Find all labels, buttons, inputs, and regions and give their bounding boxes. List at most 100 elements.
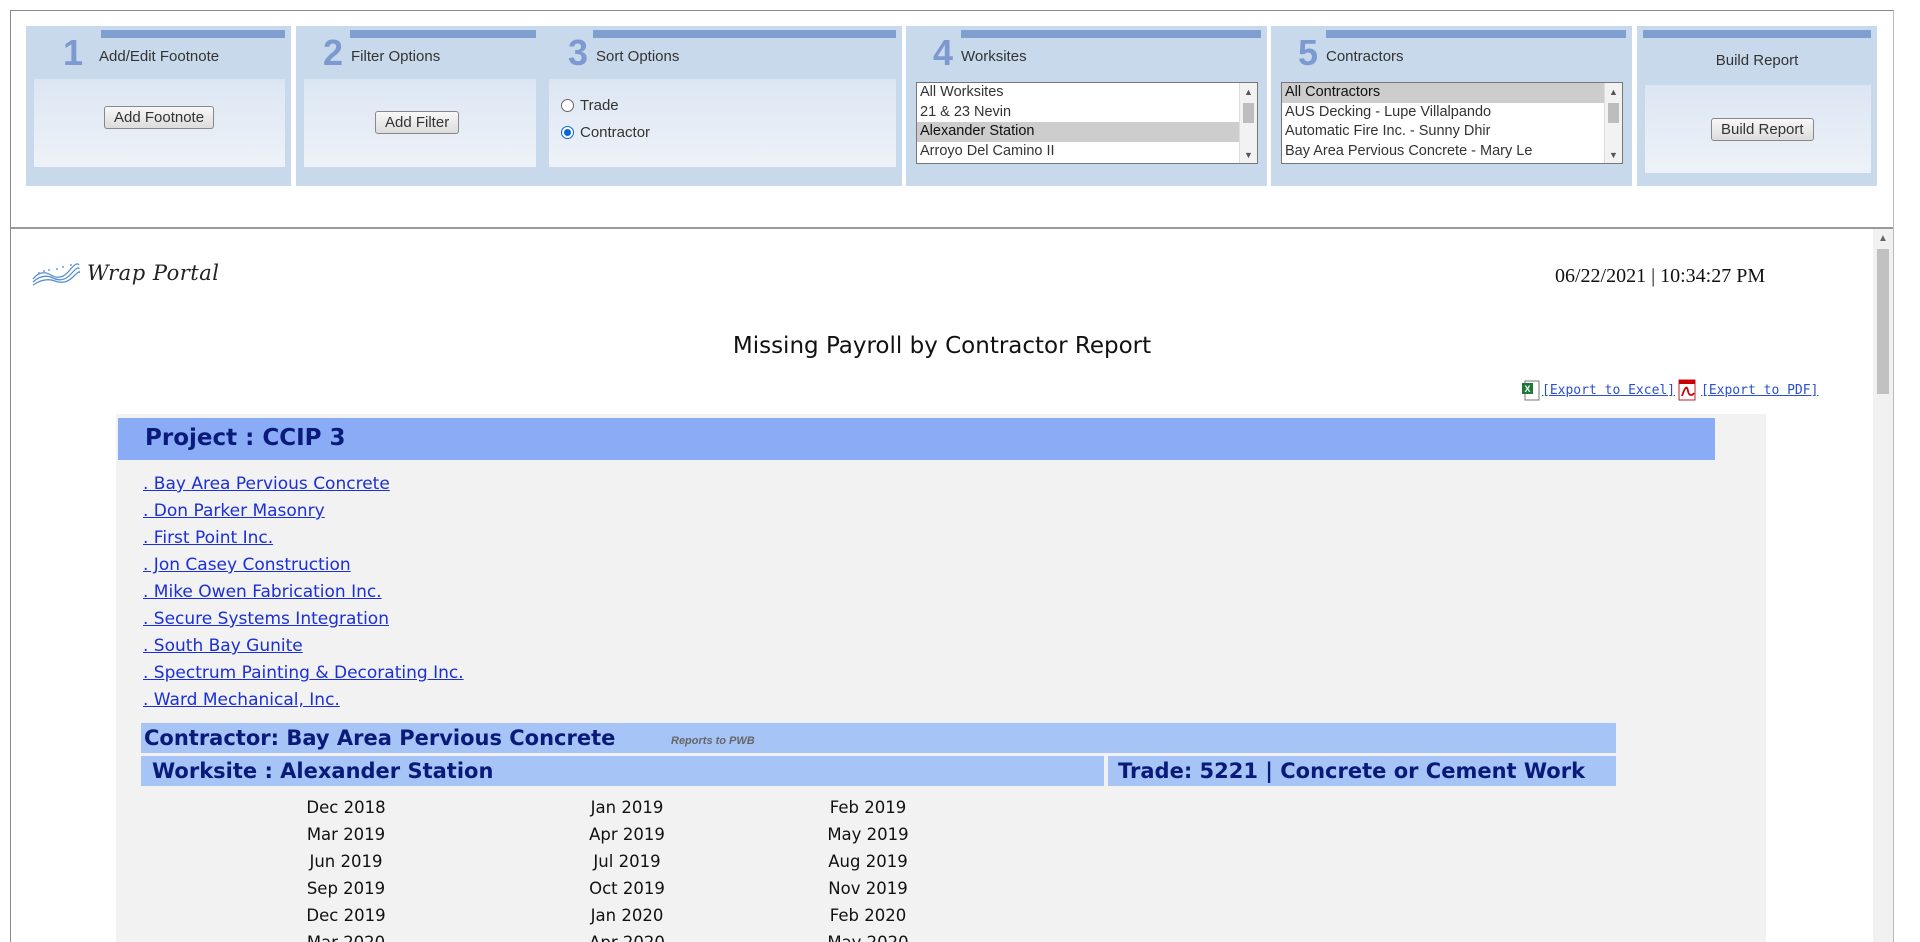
scroll-down-arrow-icon[interactable]: ▼ [1244, 150, 1253, 160]
pdf-file-icon [1678, 379, 1696, 401]
scroll-up-arrow-icon[interactable]: ▲ [1244, 87, 1253, 97]
add-filter-button[interactable]: Add Filter [375, 111, 460, 134]
export-pdf-link[interactable]: [Export to PDF] [1677, 379, 1818, 401]
listbox-scrollbar[interactable]: ▲ ▼ [1239, 83, 1257, 163]
step-number: 3 [568, 32, 589, 73]
trade-header-label: Trade: 5221 | Concrete or Cement Work [1118, 759, 1586, 783]
listbox-option-selected[interactable]: Alexander Station [917, 122, 1257, 142]
panel-header-bar [350, 30, 536, 38]
step-number: 2 [323, 32, 344, 73]
missing-month: Oct 2019 [589, 879, 665, 898]
missing-month: Apr 2020 [466, 929, 788, 942]
build-report-button[interactable]: Build Report [1711, 118, 1814, 141]
missing-month: Jun 2019 [309, 852, 383, 871]
panel-body: Trade Contractor [549, 79, 896, 167]
scroll-up-arrow-icon[interactable]: ▲ [1609, 87, 1618, 97]
logo-text: Wrap Portal [87, 261, 220, 285]
report-content: Project : CCIP 3 . Bay Area Pervious Con… [116, 414, 1766, 942]
trade-header: Trade: 5221 | Concrete or Cement Work [1108, 756, 1616, 786]
wave-logo-icon [32, 263, 81, 286]
radio-label: Trade [580, 97, 619, 114]
contractor-link[interactable]: . Don Parker Masonry [143, 501, 325, 521]
add-footnote-button[interactable]: Add Footnote [104, 106, 215, 129]
listbox-option[interactable]: AUS Decking - Lupe Villalpando [1282, 103, 1622, 123]
contractors-panel: 5 Contractors All Contractors AUS Deckin… [1271, 26, 1632, 186]
missing-month: Jan 2020 [590, 906, 664, 925]
worksite-header-label: Worksite : Alexander Station [152, 759, 494, 783]
scrollbar-thumb[interactable] [1243, 103, 1254, 123]
missing-month: Jul 2019 [593, 852, 661, 871]
listbox-option[interactable]: 21 & 23 Nevin [917, 103, 1257, 123]
contractor-link[interactable]: . Bay Area Pervious Concrete [143, 474, 390, 494]
panel-header-bar [593, 30, 896, 38]
filter-panel: 2 Filter Options Add Filter [296, 26, 542, 186]
panel-title: Contractors [1326, 48, 1404, 65]
panel-title: Sort Options [596, 48, 680, 65]
missing-month: Mar 2019 [306, 825, 386, 844]
missing-month: Feb 2020 [829, 906, 907, 925]
missing-month: Sep 2019 [306, 879, 386, 898]
trade-radio[interactable] [561, 99, 574, 112]
listbox-option[interactable]: Bay Area Pervious Concrete - Mary Le [1282, 142, 1622, 162]
panel-header-bar [1326, 30, 1626, 38]
excel-file-icon: X [1522, 380, 1540, 401]
missing-month: May 2020 [788, 929, 948, 942]
export-pdf-label[interactable]: [Export to PDF] [1701, 383, 1818, 398]
missing-month: May 2019 [827, 825, 909, 844]
listbox-option-selected[interactable]: All Contractors [1282, 83, 1622, 103]
panel-body: Add Footnote [34, 79, 285, 167]
contractor-link[interactable]: . Jon Casey Construction [143, 555, 351, 575]
contractors-listbox[interactable]: All Contractors AUS Decking - Lupe Villa… [1281, 82, 1623, 164]
listbox-option[interactable]: Automatic Fire Inc. - Sunny Dhir [1282, 122, 1622, 142]
panel-title: Filter Options [351, 48, 441, 65]
report-view: Wrap Portal 06/22/2021 | 10:34:27 PM Mis… [11, 229, 1873, 942]
step-number: 4 [933, 32, 954, 73]
listbox-scrollbar[interactable]: ▲ ▼ [1604, 83, 1622, 163]
worksites-panel: 4 Worksites All Worksites 21 & 23 Nevin … [906, 26, 1267, 186]
contractor-radio[interactable] [561, 126, 574, 139]
panel-title: Build Report [1715, 52, 1799, 69]
step-number: 1 [63, 32, 84, 73]
worksite-header: Worksite : Alexander Station [141, 756, 1104, 786]
contractor-header: Contractor: Bay Area Pervious Concrete R… [141, 723, 1616, 753]
missing-month: Mar 2020 [226, 929, 466, 942]
contractor-link[interactable]: . Ward Mechanical, Inc. [143, 690, 340, 710]
export-excel-label[interactable]: [Export to Excel] [1542, 383, 1675, 398]
wrap-portal-logo: Wrap Portal [31, 259, 219, 287]
scrollbar-thumb[interactable] [1877, 249, 1889, 394]
radio-label: Contractor [580, 124, 651, 141]
report-toolbar: 1 Add/Edit Footnote Add Footnote 2 Filte… [11, 11, 1893, 229]
build-report-panel: Build Report Build Report [1637, 26, 1877, 186]
project-label: Project : CCIP 3 [145, 425, 346, 451]
contractor-link[interactable]: . Secure Systems Integration [143, 609, 389, 629]
sort-contractor-option[interactable]: Contractor [561, 124, 650, 141]
contractor-link[interactable]: . Mike Owen Fabrication Inc. [143, 582, 382, 602]
scroll-down-arrow-icon[interactable]: ▼ [1609, 150, 1618, 160]
contractor-link[interactable]: . Spectrum Painting & Decorating Inc. [143, 663, 464, 683]
sort-panel: 3 Sort Options Trade Contractor [541, 26, 902, 186]
panel-header-bar [101, 30, 285, 38]
contractor-link[interactable]: . First Point Inc. [143, 528, 273, 548]
contractor-header-label: Contractor: Bay Area Pervious Concrete [144, 726, 616, 750]
export-excel-link[interactable]: X [Export to Excel] [1522, 379, 1675, 401]
panel-title: Worksites [961, 48, 1027, 65]
missing-month: Dec 2019 [306, 906, 386, 925]
missing-months-grid: Dec 2018 Jan 2019 Feb 2019 Mar 2019 Apr … [226, 794, 946, 942]
panel-header-bar [1643, 30, 1871, 38]
scrollbar-thumb[interactable] [1608, 103, 1619, 123]
sort-trade-option[interactable]: Trade [561, 97, 619, 114]
report-scrollbar[interactable]: ▲ [1873, 229, 1893, 942]
listbox-option[interactable]: Arroyo Del Camino II [917, 142, 1257, 162]
svg-text:X: X [1525, 384, 1531, 394]
contractor-link[interactable]: . South Bay Gunite [143, 636, 303, 656]
report-title: Missing Payroll by Contractor Report [732, 333, 1152, 359]
report-timestamp: 06/22/2021 | 10:34:27 PM [1555, 265, 1766, 287]
scroll-up-arrow-icon[interactable]: ▲ [1878, 233, 1888, 244]
panel-body: Add Filter [304, 79, 536, 167]
missing-month: Nov 2019 [828, 879, 908, 898]
missing-month: Jan 2019 [590, 798, 664, 817]
reports-to-note: Reports to PWB [671, 735, 755, 747]
worksites-listbox[interactable]: All Worksites 21 & 23 Nevin Alexander St… [916, 82, 1258, 164]
panel-title: Add/Edit Footnote [99, 48, 220, 65]
listbox-option[interactable]: All Worksites [917, 83, 1257, 103]
